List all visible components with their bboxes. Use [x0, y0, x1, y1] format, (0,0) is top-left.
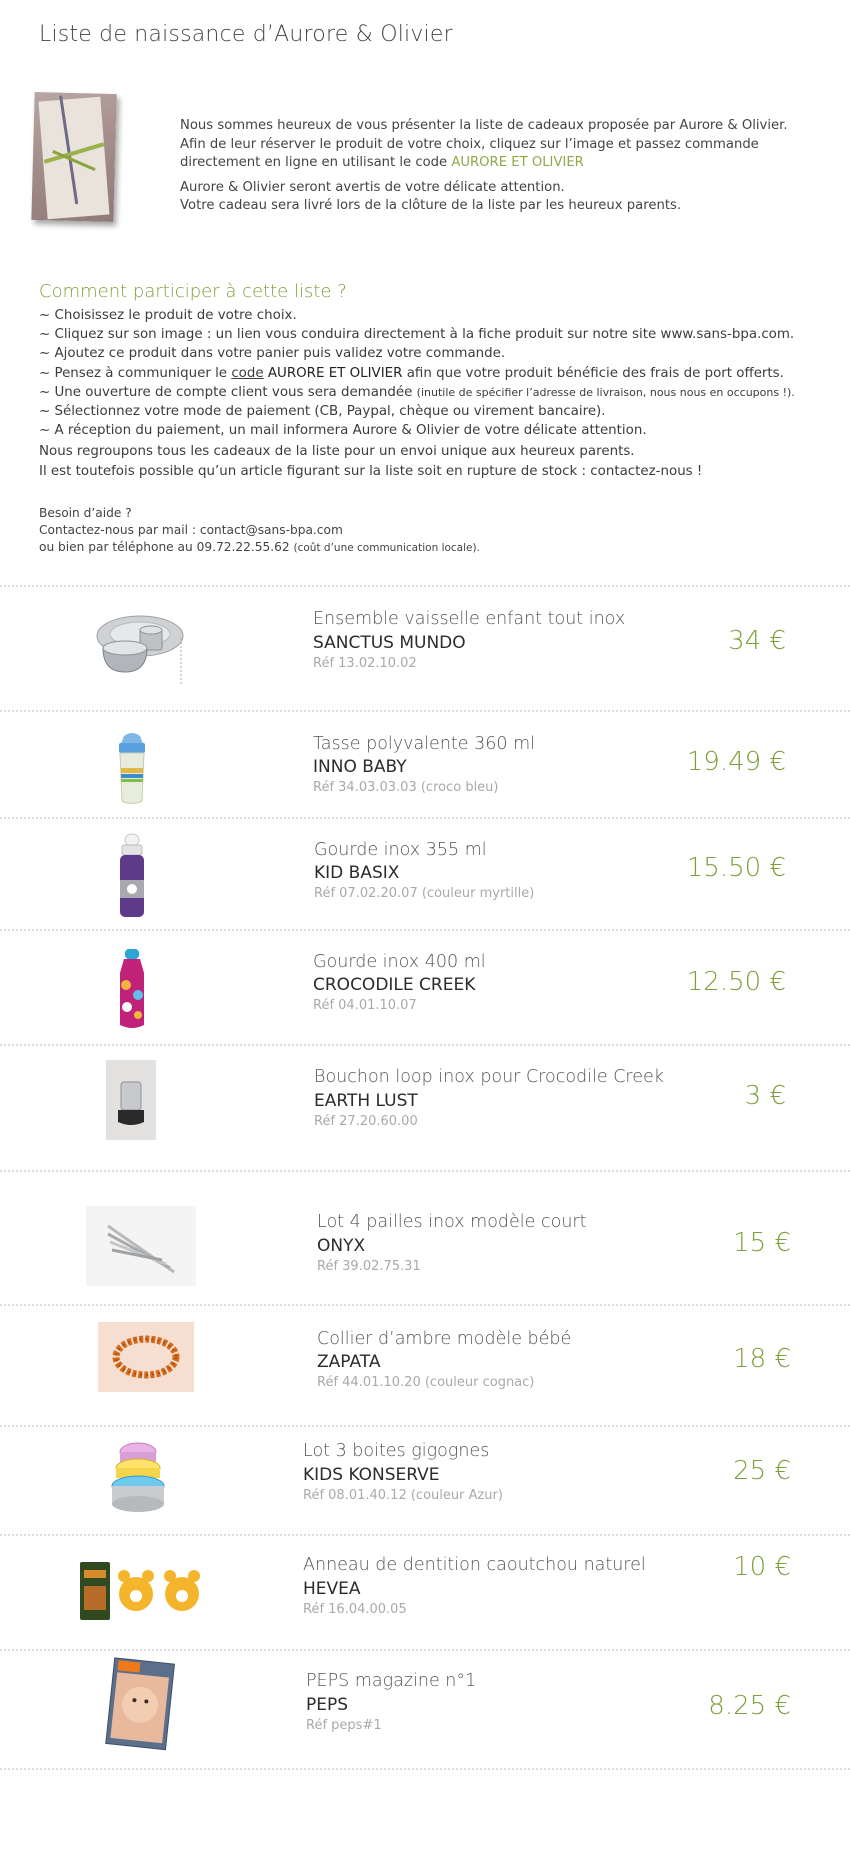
help-phone-text: ou bien par téléphone au 09.72.22.55.62: [39, 540, 294, 554]
step-code: AURORE ET OLIVIER: [267, 365, 403, 381]
amber-necklace-icon[interactable]: [98, 1322, 194, 1392]
product-ref: Réf 27.20.60.00: [314, 1114, 418, 1129]
help-mail: Contactez-nous par mail : contact@sans-b…: [39, 523, 343, 537]
product-price: 34 €: [728, 626, 786, 656]
intro-line: Afin de leur réserver le produit de votr…: [180, 136, 759, 152]
product-price: 8.25 €: [708, 1691, 791, 1721]
product-price: 15.50 €: [686, 853, 786, 883]
product-brand: KIDS KONSERVE: [303, 1465, 440, 1485]
step: ~ Cliquez sur son image : un lien vous c…: [39, 327, 795, 343]
sippy-cup-icon[interactable]: [112, 730, 152, 806]
separator: [0, 1304, 850, 1306]
bottle-cap-icon[interactable]: [106, 1060, 156, 1140]
product-brand: PEPS: [306, 1695, 349, 1715]
step: ~ Ajoutez ce produit dans votre panier p…: [39, 346, 506, 362]
step: ~ Pensez à communiquer le code AURORE ET…: [39, 364, 829, 383]
product-brand: CROCODILE CREEK: [313, 975, 476, 995]
intro-line: Aurore & Olivier seront avertis de votre…: [180, 179, 565, 195]
product-name: Lot 3 boites gigognes: [303, 1441, 490, 1461]
step-text: ~ Une ouverture de compte client vous se…: [39, 384, 417, 400]
separator: [0, 1534, 850, 1536]
product-ref: Réf 16.04.00.05: [303, 1602, 407, 1617]
intro-line: Nous sommes heureux de vous présenter la…: [180, 118, 788, 133]
teething-ring-icon[interactable]: [78, 1556, 208, 1628]
product-price: 3 €: [744, 1081, 786, 1111]
nesting-boxes-icon[interactable]: [108, 1438, 168, 1520]
tableware-set-icon[interactable]: [95, 608, 185, 688]
product-brand: ZAPATA: [317, 1352, 381, 1372]
step-note: (inutile de spécifier l’adresse de livra…: [416, 385, 795, 399]
product-ref: Réf 39.02.75.31: [317, 1259, 421, 1274]
separator: [0, 585, 850, 587]
help-phone: ou bien par téléphone au 09.72.22.55.62 …: [39, 539, 480, 557]
intro-line: directement en ligne en utilisant le cod…: [180, 155, 452, 170]
product-name: Gourde inox 400 ml: [313, 952, 486, 972]
product-brand: INNO BABY: [313, 757, 407, 777]
separator: [0, 710, 850, 712]
product-name: Tasse polyvalente 360 ml: [313, 734, 535, 754]
product-ref: Réf 07.02.20.07 (couleur myrtille): [314, 886, 535, 901]
product-name: Lot 4 pailles inox modèle court: [317, 1212, 587, 1232]
purple-bottle-icon[interactable]: [114, 832, 150, 922]
separator: [0, 1768, 850, 1770]
promo-code: AURORE ET OLIVIER: [451, 155, 584, 170]
product-ref: Réf 34.03.03.03 (croco bleu): [313, 780, 499, 795]
product-brand: HEVEA: [303, 1579, 361, 1599]
straws-icon[interactable]: [86, 1206, 196, 1286]
product-price: 10 €: [733, 1552, 791, 1582]
note: Il est toutefois possible qu’un article …: [39, 463, 703, 479]
intro-line: Votre cadeau sera livré lors de la clôtu…: [180, 198, 682, 213]
product-price: 12.50 €: [686, 967, 786, 997]
product-ref: Réf 08.01.40.12 (couleur Azur): [303, 1488, 503, 1503]
step-text: afin que votre produit bénéficie des fra…: [402, 365, 784, 381]
product-brand: EARTH LUST: [314, 1091, 418, 1111]
step: ~ Une ouverture de compte client vous se…: [39, 383, 829, 402]
product-name: Bouchon loop inox pour Crocodile Creek: [314, 1067, 664, 1087]
product-price: 18 €: [733, 1344, 791, 1374]
page-title: Liste de naissance d’Aurore & Olivier: [39, 22, 453, 47]
pink-bottle-icon[interactable]: [114, 947, 150, 1031]
product-ref: Réf peps#1: [306, 1718, 382, 1733]
hero-photo[interactable]: [31, 91, 117, 223]
help-phone-note: (coût d’une communication locale).: [293, 542, 480, 554]
step: ~ Sélectionnez votre mode de paiement (C…: [39, 404, 606, 420]
how-to-section: Comment participer à cette liste ? ~ Cho…: [39, 281, 829, 481]
product-name: Collier d’ambre modèle bébé: [317, 1329, 572, 1349]
separator: [0, 817, 850, 819]
product-ref: Réf 04.01.10.07: [313, 998, 417, 1013]
code-link[interactable]: code: [231, 366, 263, 381]
product-name: PEPS magazine n°1: [306, 1671, 477, 1691]
step: ~ A réception du paiement, un mail infor…: [39, 423, 647, 439]
product-brand: ONYX: [317, 1236, 366, 1256]
intro-text: Nous sommes heureux de vous présenter la…: [180, 117, 820, 223]
magazine-icon[interactable]: [104, 1657, 180, 1753]
how-to-heading: Comment participer à cette liste ?: [39, 281, 347, 302]
product-ref: Réf 13.02.10.02: [313, 656, 417, 671]
product-brand: KID BASIX: [314, 863, 400, 883]
help-title: Besoin d’aide ?: [39, 506, 132, 520]
product-name: Anneau de dentition caoutchou naturel: [303, 1555, 646, 1575]
separator: [0, 1044, 850, 1046]
separator: [0, 1649, 850, 1651]
help-section: Besoin d’aide ? Contactez-nous par mail …: [39, 505, 480, 557]
separator: [0, 1425, 850, 1427]
product-brand: SANCTUS MUNDO: [313, 633, 466, 653]
product-price: 25 €: [733, 1456, 791, 1486]
note: Nous regroupons tous les cadeaux de la l…: [39, 444, 635, 460]
step: ~ Choisissez le produit de votre choix.: [39, 308, 297, 323]
step-text: ~ Pensez à communiquer le: [39, 365, 232, 381]
product-name: Gourde inox 355 ml: [314, 840, 487, 860]
product-name: Ensemble vaisselle enfant tout inox: [313, 609, 626, 629]
product-ref: Réf 44.01.10.20 (couleur cognac): [317, 1375, 535, 1390]
product-price: 15 €: [733, 1228, 791, 1258]
product-price: 19.49 €: [686, 747, 786, 777]
separator: [0, 1170, 850, 1172]
separator: [0, 929, 850, 931]
